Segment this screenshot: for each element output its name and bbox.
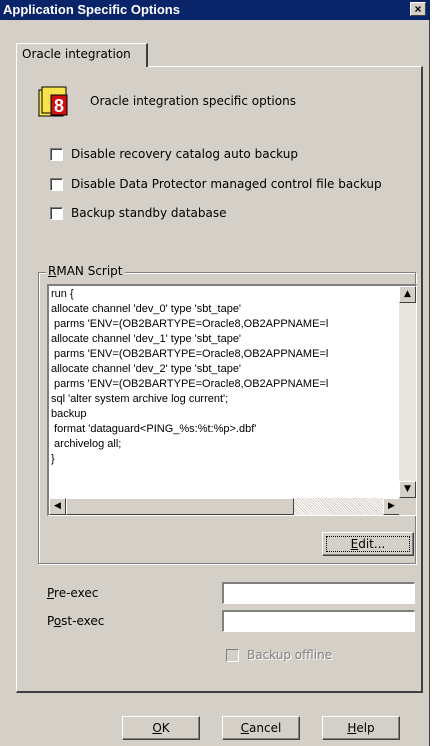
window-title: Application Specific Options — [3, 2, 180, 17]
tab-oracle-integration[interactable]: Oracle integration — [16, 43, 148, 67]
checkbox-box[interactable] — [226, 648, 239, 662]
ok-button[interactable]: OK — [122, 716, 200, 740]
checkbox-box[interactable] — [50, 206, 63, 220]
rman-script-group-label: RMAN Script — [46, 264, 125, 278]
pre-exec-label: Pre-exec — [47, 586, 99, 600]
post-exec-input[interactable] — [222, 610, 415, 632]
title-bar[interactable]: Application Specific Options × — [0, 0, 430, 20]
oracle-8-icon: 8 — [38, 86, 68, 117]
cancel-button[interactable]: Cancel — [222, 716, 300, 740]
section-heading: Oracle integration specific options — [90, 94, 296, 108]
edit-button[interactable]: Edit... — [322, 532, 414, 556]
close-icon: × — [414, 2, 422, 16]
rman-script-text: run { allocate channel 'dev_0' type 'sbt… — [51, 288, 329, 465]
horizontal-scrollbar[interactable]: ◀ ▶ — [49, 498, 400, 515]
scroll-up-icon[interactable]: ▲ — [399, 286, 416, 303]
checkbox-label: Disable recovery catalog auto backup — [71, 147, 298, 161]
vertical-scrollbar[interactable]: ▲ ▼ — [399, 286, 416, 498]
svg-text:8: 8 — [54, 96, 64, 116]
help-button[interactable]: Help — [322, 716, 400, 740]
checkbox-box[interactable] — [50, 147, 63, 161]
checkbox-label: Backup standby database — [71, 206, 227, 220]
checkbox-label: Disable Data Protector managed control f… — [71, 177, 382, 191]
backup-standby-database-checkbox[interactable]: Backup standby database — [50, 206, 227, 220]
post-exec-label: Post-exec — [47, 614, 105, 628]
pre-exec-input[interactable] — [222, 582, 415, 604]
backup-offline-checkbox[interactable]: Backup offline — [226, 648, 332, 662]
scroll-corner — [399, 498, 416, 515]
close-button[interactable]: × — [410, 2, 426, 16]
checkbox-box[interactable] — [50, 177, 63, 191]
scroll-right-icon[interactable]: ▶ — [383, 498, 400, 515]
rman-script-textarea[interactable]: run { allocate channel 'dev_0' type 'sbt… — [47, 284, 417, 516]
application-options-dialog: Application Specific Options × Oracle in… — [0, 0, 430, 746]
horizontal-scroll-thumb[interactable] — [66, 498, 294, 515]
tab-label: Oracle integration — [22, 47, 131, 61]
scroll-left-icon[interactable]: ◀ — [49, 498, 66, 515]
scroll-down-icon[interactable]: ▼ — [399, 481, 416, 498]
disable-controlfile-backup-checkbox[interactable]: Disable Data Protector managed control f… — [50, 177, 382, 191]
disable-catalog-auto-backup-checkbox[interactable]: Disable recovery catalog auto backup — [50, 147, 298, 161]
checkbox-label: Backup offline — [247, 648, 333, 662]
